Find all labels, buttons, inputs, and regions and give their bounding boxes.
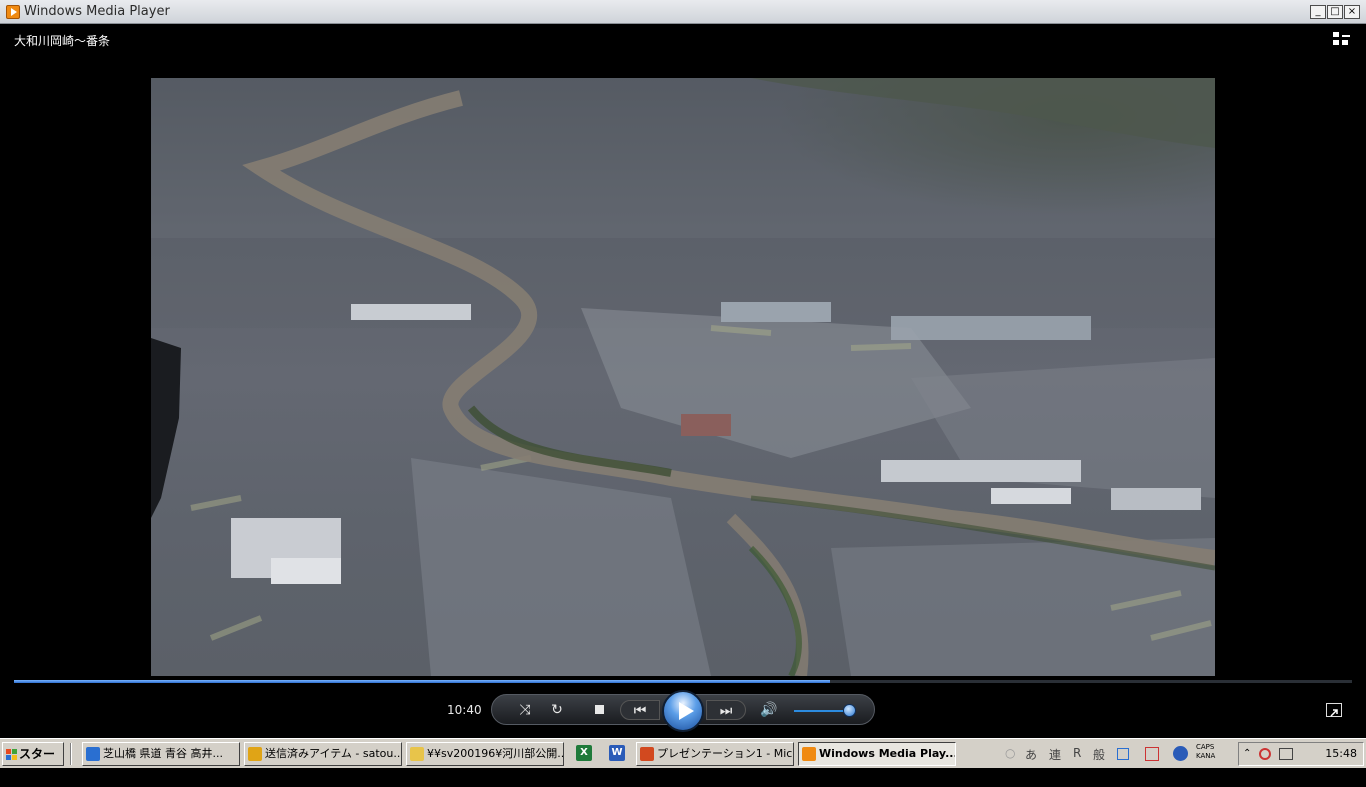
chevron-up-icon[interactable]: ⌃ <box>1243 748 1251 759</box>
window-title: Windows Media Player <box>24 4 170 19</box>
task-label: ¥¥sv200196¥河川部公開... <box>427 747 564 760</box>
play-icon[interactable] <box>662 690 704 732</box>
previous-icon[interactable]: ⏮ <box>620 700 660 720</box>
task-powerpoint-window[interactable]: プレゼンテーション1 - Micr... <box>636 742 794 766</box>
next-icon[interactable]: ⏭ <box>706 700 746 720</box>
folder-icon <box>410 747 424 761</box>
capslock-indicator: CAPS KANA <box>1196 743 1216 760</box>
taskbar-separator <box>70 743 72 765</box>
stop-icon[interactable] <box>588 700 610 720</box>
video-frame[interactable] <box>151 78 1215 676</box>
shuffle-icon[interactable]: ⤨ <box>514 700 536 720</box>
ime-pad-icon[interactable] <box>1117 748 1129 760</box>
ime-mode[interactable]: あ <box>1025 746 1037 763</box>
word-icon[interactable]: W <box>609 745 625 761</box>
task-media-player-window[interactable]: Windows Media Play... <box>798 742 956 766</box>
ie-icon <box>86 747 100 761</box>
fullscreen-icon[interactable] <box>1326 703 1342 717</box>
task-label: 送信済みアイテム - satou... <box>265 747 402 760</box>
ime-conversion[interactable]: 連 <box>1049 746 1061 763</box>
task-ie-window[interactable]: 芝山橋 県道 青谷 高井... <box>82 742 240 766</box>
task-label: Windows Media Play... <box>819 747 956 760</box>
taskbar: スタート 芝山橋 県道 青谷 高井... 送信済みアイテム - satou...… <box>0 738 1366 783</box>
seek-progress <box>14 680 831 683</box>
task-folder-window[interactable]: ¥¥sv200196¥河川部公開... <box>406 742 564 766</box>
media-player-icon[interactable] <box>6 5 20 19</box>
start-button[interactable]: スタート <box>2 742 64 783</box>
player-area: 大和川岡崎～番条 10:40 ⤨ ↻ ⏮ ⏭ 🔊 <box>4 24 1362 738</box>
task-outlook-window[interactable]: 送信済みアイテム - satou... <box>244 742 402 766</box>
acrobat-icon[interactable] <box>1145 747 1159 761</box>
media-title: 大和川岡崎～番条 <box>14 34 111 48</box>
help-icon[interactable] <box>1173 746 1188 761</box>
windows-logo-icon <box>6 749 17 760</box>
network-icon[interactable] <box>1279 748 1293 760</box>
speaker-icon[interactable]: 🔊 <box>758 700 780 720</box>
volume-knob[interactable] <box>843 704 857 717</box>
ime-input[interactable]: R <box>1073 746 1081 760</box>
repeat-icon[interactable]: ↻ <box>546 700 568 720</box>
system-tray: ⌃ 15:48 <box>1238 742 1364 766</box>
security-icon[interactable] <box>1259 748 1271 760</box>
task-label: プレゼンテーション1 - Micr... <box>657 747 794 760</box>
aerial-flood-video <box>151 78 1215 676</box>
window-title-bar[interactable]: Windows Media Player _ □ × <box>0 0 1366 24</box>
ime-dictionary[interactable]: 般 <box>1093 746 1105 763</box>
minimize-button[interactable]: _ <box>1310 5 1326 19</box>
media-player-icon <box>802 747 816 761</box>
elapsed-time: 10:40 <box>447 703 482 717</box>
ime-status-icon[interactable]: ○ <box>1005 746 1015 760</box>
maximize-button[interactable]: □ <box>1327 5 1343 19</box>
start-label: スタート <box>19 747 56 783</box>
clock[interactable]: 15:48 <box>1325 747 1357 760</box>
outlook-icon <box>248 747 262 761</box>
close-button[interactable]: × <box>1344 5 1360 19</box>
seek-bar[interactable] <box>14 680 1352 683</box>
powerpoint-icon <box>640 747 654 761</box>
excel-icon[interactable]: X <box>576 745 592 761</box>
task-label: 芝山橋 県道 青谷 高井... <box>103 747 223 760</box>
transport-controls: ⤨ ↻ ⏮ ⏭ 🔊 <box>491 690 875 732</box>
switch-to-library-icon[interactable] <box>1333 32 1351 46</box>
